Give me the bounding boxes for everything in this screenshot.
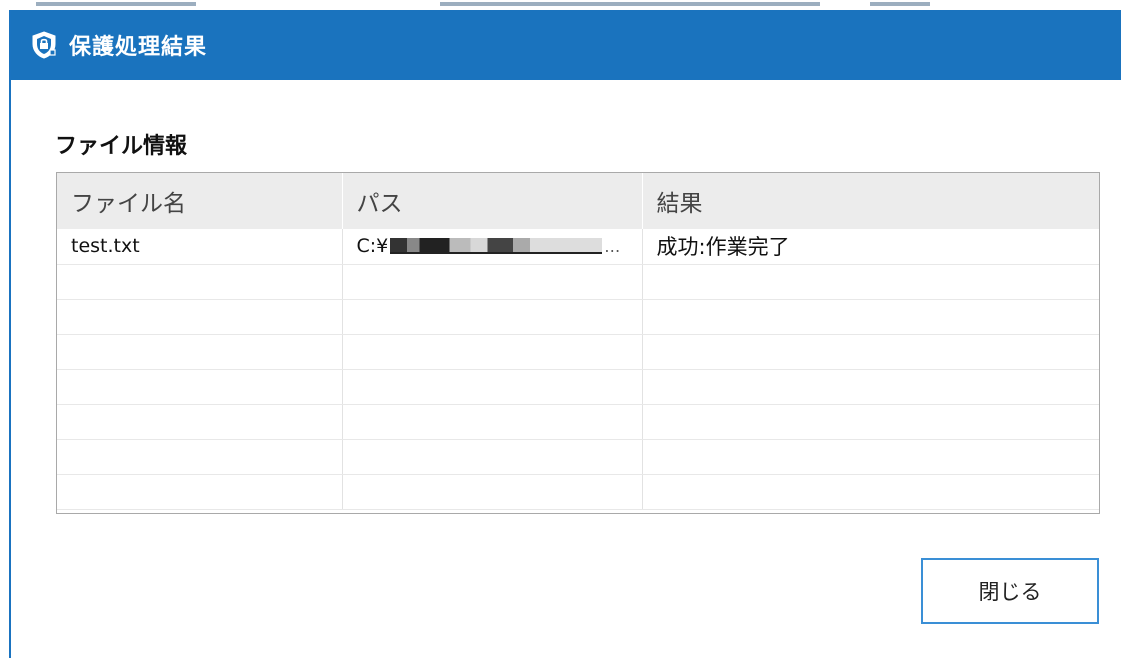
title-bar[interactable]: 保護処理結果: [11, 10, 1121, 80]
redacted-path-block: [390, 238, 603, 255]
empty-table-row: [57, 404, 1099, 440]
shield-lock-icon: [29, 30, 59, 60]
background-window-strip: [0, 0, 1134, 10]
window-title: 保護処理結果: [69, 35, 208, 60]
empty-table-row: [57, 299, 1099, 335]
column-header-file-name[interactable]: ファイル名: [57, 173, 343, 229]
truncation-ellipsis: …: [604, 236, 621, 256]
result-dialog: 保護処理結果 ファイル情報 ファイル名 パス 結果 test.txt C:¥ ……: [9, 10, 1121, 658]
empty-table-row: [57, 439, 1099, 475]
empty-table-row: [57, 474, 1099, 510]
blurred-background-text: [440, 2, 820, 6]
empty-table-row: [57, 264, 1099, 300]
cell-file-name: test.txt: [57, 229, 343, 265]
column-header-path[interactable]: パス: [342, 173, 643, 229]
file-info-table[interactable]: ファイル名 パス 結果 test.txt C:¥ … 成功:作業完了: [56, 172, 1100, 514]
table-header-row: ファイル名 パス 結果: [57, 173, 1099, 229]
blurred-background-text: [36, 2, 196, 6]
table-row[interactable]: test.txt C:¥ … 成功:作業完了: [57, 229, 1099, 265]
empty-table-row: [57, 369, 1099, 405]
cell-result: 成功:作業完了: [642, 229, 1099, 265]
close-button[interactable]: 閉じる: [921, 558, 1099, 624]
column-header-result[interactable]: 結果: [642, 173, 1099, 229]
empty-table-row: [57, 334, 1099, 370]
cell-path: C:¥ …: [342, 229, 643, 265]
blurred-background-text: [870, 2, 930, 6]
section-title: ファイル情報: [55, 134, 188, 159]
path-prefix: C:¥: [356, 235, 389, 258]
